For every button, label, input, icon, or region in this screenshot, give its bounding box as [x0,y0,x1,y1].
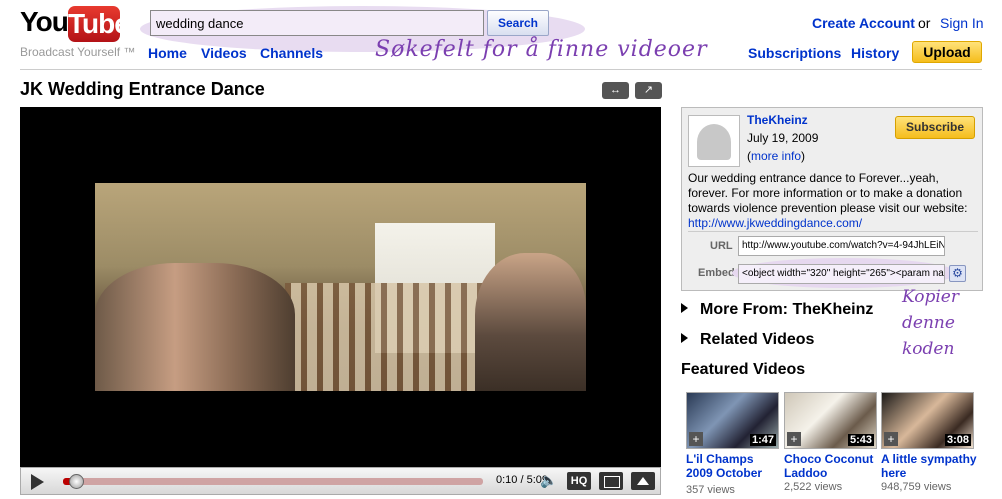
copy-code-annotation: Kopier denne koden [902,284,982,362]
related-videos-section[interactable]: Related Videos [681,331,814,349]
subscribe-button[interactable]: Subscribe [895,116,975,139]
sign-in-link[interactable]: Sign In [940,15,984,31]
volume-icon[interactable]: 🔈 [540,472,557,489]
channel-info-box: TheKheinz July 19, 2009 (more info) Subs… [681,107,983,291]
featured-videos-heading: Featured Videos [681,361,806,378]
more-from-section[interactable]: More From: TheKheinz [681,301,873,319]
channel-name-link[interactable]: TheKheinz [747,113,808,127]
featured-video-title[interactable]: A little sympathy here [881,452,977,480]
player-size-icon[interactable] [599,472,623,490]
more-info-link[interactable]: more info [751,149,801,163]
player-controls: 0:10 / 5:09 🔈 HQ [20,467,661,495]
view-count: 948,759 views [881,481,952,493]
progress-bar[interactable] [63,474,483,489]
expand-icon[interactable]: ↔ [602,82,629,99]
more-info: (more info) [747,149,805,163]
video-scene-guest [475,253,586,391]
featured-video-title[interactable]: Choco Coconut Laddoo [784,452,880,480]
search-button[interactable]: Search [487,10,549,36]
search-annotation: Søkefelt for å finne videoer [375,37,708,62]
featured-video-title[interactable]: L'il Champs 2009 October [686,452,782,480]
nav-channels[interactable]: Channels [260,45,323,61]
more-from-label: More From: TheKheinz [700,301,874,318]
upload-button[interactable]: Upload [912,41,982,63]
url-label: URL [710,240,733,252]
embed-label: Embed [698,267,735,279]
description-text: Our wedding entrance dance to Forever...… [688,171,968,215]
copy-annotation-line: denne [902,313,955,333]
avatar[interactable] [688,115,740,167]
embed-code-field[interactable]: <object width="320" height="265"><param … [738,264,945,284]
featured-thumbnail[interactable]: + 1:47 [686,392,779,449]
expand-triangle-icon [681,303,688,313]
add-icon[interactable]: + [787,432,801,446]
progress-handle[interactable] [69,474,85,489]
expand-triangle-icon [681,333,688,343]
logo-tube-text: Tube [68,6,130,42]
channel-divider [688,231,978,232]
youtube-logo[interactable]: You Tube [20,6,130,42]
view-count: 2,522 views [784,481,843,493]
add-icon[interactable]: + [689,432,703,446]
popout-icon[interactable]: ↗ [635,82,662,99]
menu-up-icon[interactable] [631,472,655,490]
or-text: or [918,15,931,31]
related-videos-label: Related Videos [700,331,815,348]
hq-button[interactable]: HQ [567,472,591,490]
featured-thumbnail[interactable]: + 5:43 [784,392,877,449]
tagline: Broadcast Yourself ™ [20,45,136,59]
avatar-placeholder-icon [697,124,731,160]
gear-icon[interactable]: ⚙ [949,265,966,282]
copy-annotation-line: koden [902,339,955,359]
header-divider [20,69,982,70]
logo-you-text: You [20,6,69,37]
copy-annotation-line: Kopier [902,287,959,307]
website-link[interactable]: http://www.jkweddingdance.com/ [688,216,862,230]
create-account-link[interactable]: Create Account [812,15,915,31]
video-title: JK Wedding Entrance Dance [20,79,265,99]
video-description: Our wedding entrance dance to Forever...… [688,171,978,231]
video-scene-crowd [95,263,295,391]
url-field[interactable]: http://www.youtube.com/watch?v=4-94JhLEi… [738,236,945,256]
search-input[interactable] [150,10,484,36]
duration-badge: 5:43 [847,434,874,446]
history-link[interactable]: History [851,45,899,61]
add-icon[interactable]: + [884,432,898,446]
more-info-paren-close: ) [801,149,806,163]
duration-badge: 3:08 [944,434,971,446]
video-player[interactable] [20,107,661,467]
play-icon[interactable] [31,474,44,490]
video-frame [95,183,586,391]
duration-badge: 1:47 [749,434,776,446]
nav-home[interactable]: Home [148,45,187,61]
nav-videos[interactable]: Videos [201,45,247,61]
view-count: 357 views [686,484,735,496]
subscriptions-link[interactable]: Subscriptions [748,45,841,61]
featured-thumbnail[interactable]: + 3:08 [881,392,974,449]
upload-date: July 19, 2009 [747,131,819,145]
